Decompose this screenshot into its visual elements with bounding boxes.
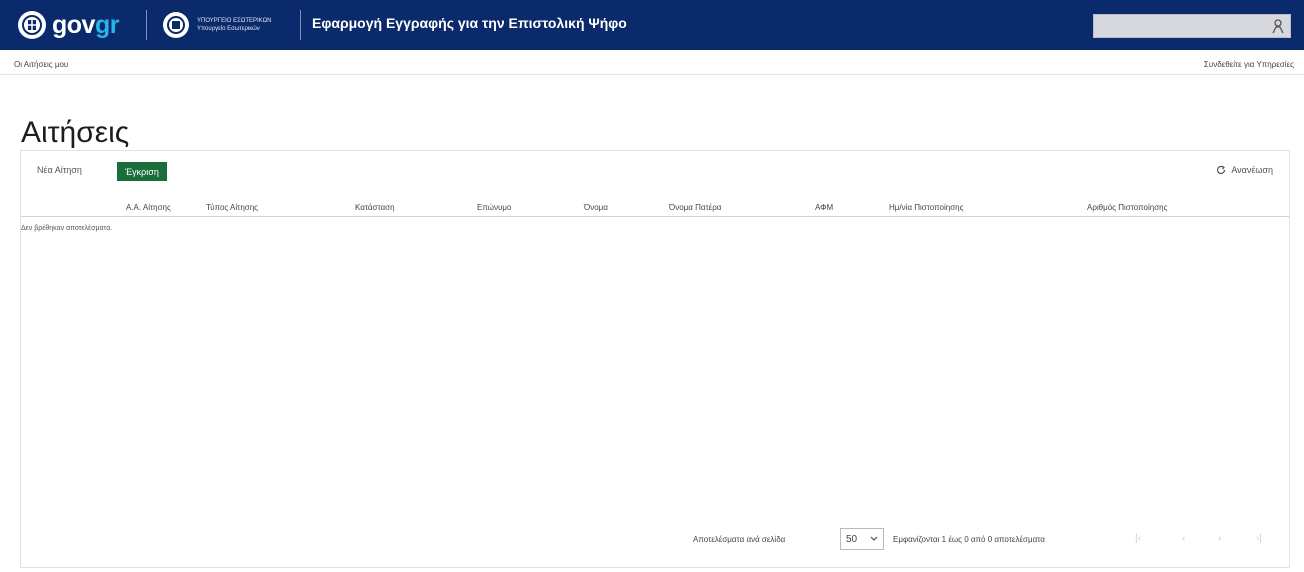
refresh-icon — [1217, 165, 1226, 175]
column-header-request-id[interactable]: Α.Α. Αίτησης — [126, 203, 171, 212]
new-request-link[interactable]: Νέα Αίτηση — [37, 165, 82, 175]
column-header-surname[interactable]: Επώνυμο — [477, 203, 511, 212]
header-divider — [146, 10, 147, 40]
per-page-select[interactable]: 50 — [840, 528, 884, 550]
column-header-request-type[interactable]: Τύπος Αίτησης — [206, 203, 258, 212]
ministry-logo[interactable]: ΥΠΟΥΡΓΕΙΟ ΕΣΩΤΕΡΙΚΩΝ Υπουργείο Εσωτερικώ… — [163, 10, 277, 40]
gov-gr-logo[interactable]: govgr — [18, 9, 119, 41]
requests-table-panel: Νέα Αίτηση Έγκριση Ανανέωση Α.Α. Αίτησης… — [20, 150, 1290, 568]
pagination-bar: Αποτελέσματα ανά σελίδα 50 Εμφανίζονται … — [0, 527, 1304, 551]
gov-gr-wordmark: govgr — [52, 10, 119, 39]
ministry-name: ΥΠΟΥΡΓΕΙΟ ΕΣΩΤΕΡΙΚΩΝ Υπουργείο Εσωτερικώ… — [197, 18, 272, 32]
sub-navigation-bar: Οι Αιτήσεις μου Συνδεθείτε για Υπηρεσίες — [0, 54, 1304, 75]
first-page-icon[interactable]: |‹ — [1135, 533, 1141, 544]
column-header-afm[interactable]: ΑΦΜ — [815, 203, 833, 212]
user-icon[interactable] — [1271, 18, 1285, 39]
app-title: Εφαρμογή Εγγραφής για την Επιστολική Ψήφ… — [312, 15, 627, 31]
breadcrumb-my-requests[interactable]: Οι Αιτήσεις μου — [14, 60, 68, 69]
greek-emblem-icon — [18, 11, 46, 39]
column-header-fathers-name[interactable]: Όνομα Πατέρα — [669, 203, 721, 212]
refresh-button[interactable]: Ανανέωση — [1216, 165, 1273, 175]
search-input[interactable] — [1093, 14, 1291, 38]
chevron-down-icon — [870, 534, 878, 545]
page-title: Αιτήσεις — [21, 116, 130, 150]
top-header: govgr ΥΠΟΥΡΓΕΙΟ ΕΣΩΤΕΡΙΚΩΝ Υπουργείο Εσω… — [0, 0, 1304, 50]
column-header-certification-date[interactable]: Ημ/νία Πιστοποίησης — [889, 203, 963, 212]
column-header-status[interactable]: Κατάσταση — [355, 203, 395, 212]
column-header-certification-number[interactable]: Αριθμός Πιστοποίησης — [1087, 203, 1167, 212]
per-page-label: Αποτελέσματα ανά σελίδα — [693, 535, 786, 544]
next-page-icon[interactable]: › — [1218, 533, 1221, 544]
results-range-text: Εμφανίζονται 1 έως 0 από 0 αποτελέσματα — [893, 535, 1045, 544]
per-page-value: 50 — [846, 533, 858, 545]
user-menu-link[interactable]: Συνδεθείτε για Υπηρεσίες — [1204, 60, 1294, 69]
last-page-icon[interactable]: ›| — [1256, 533, 1262, 544]
column-header-first-name[interactable]: Όνομα — [584, 203, 608, 212]
ministry-emblem-icon — [163, 12, 189, 38]
header-divider — [300, 10, 301, 40]
refresh-label: Ανανέωση — [1231, 165, 1273, 175]
table-header-row: Α.Α. Αίτησης Τύπος Αίτησης Κατάσταση Επώ… — [21, 196, 1289, 217]
previous-page-icon[interactable]: ‹ — [1182, 533, 1185, 544]
approve-button[interactable]: Έγκριση — [117, 162, 167, 181]
empty-results-message: Δεν βρέθηκαν αποτελέσματα. — [21, 225, 113, 232]
